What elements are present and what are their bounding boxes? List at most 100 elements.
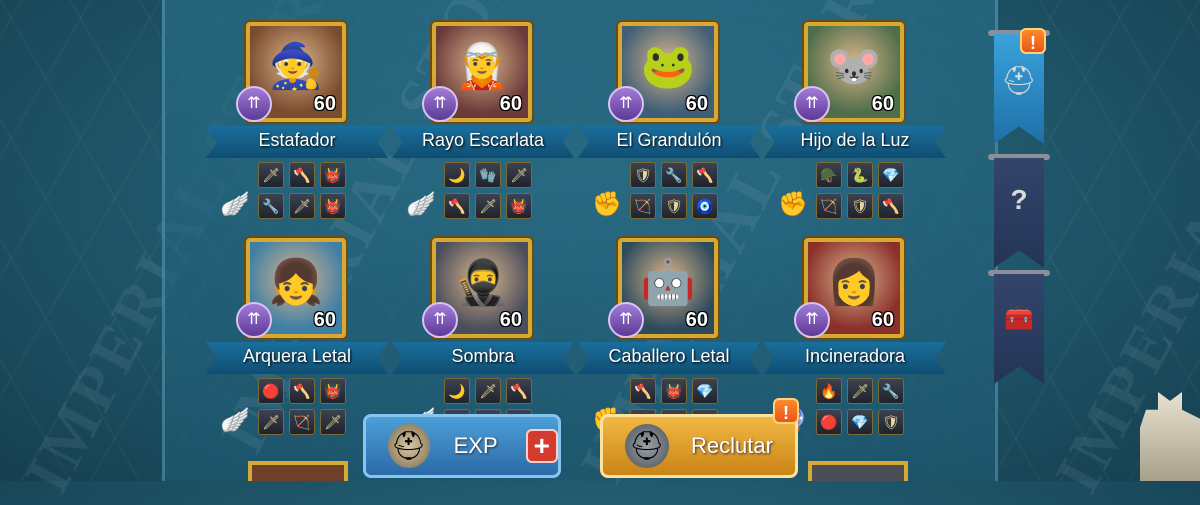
gear-slot: 👹: [320, 193, 346, 219]
hero-card[interactable]: 🧙 60 ⇈ Estafador 🪽 🗡 🪓 👹 🔧 🗡 👹: [206, 22, 388, 232]
hero-name: Rayo Escarlata: [421, 130, 545, 150]
gear-slot: 🐍: [847, 162, 873, 188]
hero-level: 60: [313, 309, 336, 331]
rank-badge-icon: ⇈: [794, 302, 830, 338]
wing-icon: 🪽: [220, 191, 250, 218]
gear-slot: 💎: [847, 409, 873, 435]
hero-name: Hijo de la Luz: [800, 130, 910, 150]
gear-slot: 🔴: [258, 378, 284, 404]
hero-card[interactable]: 🧝 60 ⇈ Rayo Escarlata 🪽 🌙 🧤 🗡 🪓 🗡 👹: [392, 22, 574, 232]
gear-slot: 🔥: [816, 378, 842, 404]
gear-slot: 🗡: [847, 378, 873, 404]
exp-label: EXP: [453, 433, 498, 458]
gear-slot: 🪓: [630, 378, 656, 404]
gear-slot: 🪓: [506, 378, 532, 404]
gear-slot: 🌙: [444, 378, 470, 404]
gear-slot: 🏹: [630, 193, 656, 219]
hero-level: 60: [499, 309, 522, 331]
rank-badge-icon: ⇈: [608, 86, 644, 122]
hero-level: 60: [313, 93, 336, 115]
hero-name: Incineradora: [804, 346, 906, 366]
recruit-alert-icon: !: [773, 398, 799, 424]
gear-slot: 🗡: [506, 162, 532, 188]
gear-grid: 🔴 🪓 👹 🗡 🏹 🗡: [258, 378, 346, 435]
gear-grid: 🌙 🧤 🗡 🪓 🗡 👹: [444, 162, 532, 219]
rank-badge-icon: ⇈: [422, 302, 458, 338]
rank-badge-icon: ⇈: [422, 86, 458, 122]
gear-slot: 🏹: [289, 409, 315, 435]
gear-slot: 👹: [320, 162, 346, 188]
gear-slot: 🔧: [661, 162, 687, 188]
add-exp-button[interactable]: +: [525, 429, 558, 463]
gear-slot: 🪓: [289, 378, 315, 404]
gear-slot: 👹: [661, 378, 687, 404]
exp-button[interactable]: ⛑ EXP +: [363, 414, 561, 478]
hero-name: Sombra: [451, 346, 515, 366]
hero-name: Arquera Letal: [242, 346, 352, 366]
hero-name: Estafador: [258, 130, 336, 150]
rank-badge-icon: ⇈: [236, 302, 272, 338]
gear-slot: 🌙: [444, 162, 470, 188]
gear-slot: 🗡: [320, 409, 346, 435]
gear-grid: 🗡 🪓 👹 🔧 🗡 👹: [258, 162, 346, 219]
hero-card-partial[interactable]: [808, 461, 908, 481]
gear-slot: 🛡: [847, 193, 873, 219]
gear-slot: 🏹: [816, 193, 842, 219]
helmet-icon: ⛑: [388, 424, 430, 468]
hero-avatar-icon: 🐸: [640, 42, 696, 91]
hero-card[interactable]: 🐭 60 ⇈ Hijo de la Luz ✊ 🪖 🐍 💎 🏹 🛡 🪓: [764, 22, 946, 232]
hero-level: 60: [871, 309, 894, 331]
gear-slot: 🧤: [475, 162, 501, 188]
gear-slot: 🗡: [475, 193, 501, 219]
gear-slot: 🪓: [878, 193, 904, 219]
gear-slot: 🪓: [289, 162, 315, 188]
recruit-button[interactable]: ⛑ Reclutar: [600, 414, 798, 478]
hero-avatar-icon: 👧: [268, 258, 324, 307]
hero-avatar-icon: 👩: [826, 258, 882, 307]
gear-grid: 🪖 🐍 💎 🏹 🛡 🪓: [816, 162, 904, 219]
question-helmet-icon: ?: [1010, 184, 1028, 215]
gear-slot: 🔧: [258, 193, 284, 219]
recruit-helmet-icon: ⛑: [625, 424, 669, 468]
hero-level: 60: [685, 93, 708, 115]
gear-slot: 🪓: [692, 162, 718, 188]
rank-badge-icon: ⇈: [236, 86, 272, 122]
fist-icon: ✊: [592, 191, 622, 218]
gear-slot: 🧿: [692, 193, 718, 219]
hero-level: 60: [499, 93, 522, 115]
hero-card-partial[interactable]: [248, 461, 348, 481]
hero-card[interactable]: 🐸 60 ⇈ El Grandulón ✊ 🛡 🔧 🪓 🏹 🛡 🧿: [578, 22, 760, 232]
recruit-label: Reclutar: [691, 433, 773, 458]
rank-badge-icon: ⇈: [794, 86, 830, 122]
rank-badge-icon: ⇈: [608, 302, 644, 338]
hero-avatar-icon: 🥷: [454, 258, 510, 307]
gear-grid: 🛡 🔧 🪓 🏹 🛡 🧿: [630, 162, 718, 219]
hero-level: 60: [871, 93, 894, 115]
gear-slot: 👹: [320, 378, 346, 404]
gear-slot: 👹: [506, 193, 532, 219]
fist-icon: ✊: [778, 191, 808, 218]
gear-slot: 🔴: [816, 409, 842, 435]
gear-slot: 🛡: [661, 193, 687, 219]
hero-level: 60: [685, 309, 708, 331]
gear-slot: 🗡: [289, 193, 315, 219]
gear-slot: 🪓: [444, 193, 470, 219]
gear-slot: 🗡: [258, 409, 284, 435]
gear-slot: 🔧: [878, 378, 904, 404]
hero-avatar-icon: 🧝: [454, 42, 510, 91]
wing-icon: 🪽: [220, 407, 250, 434]
gear-grid: 🔥 🗡 🔧 🔴 💎 🛡: [816, 378, 904, 435]
hero-avatar-icon: 🧙: [268, 42, 324, 91]
wing-icon: 🪽: [406, 191, 436, 218]
gear-slot: 🛡: [630, 162, 656, 188]
hero-avatar-icon: 🐭: [826, 42, 882, 91]
hero-card[interactable]: 👧 60 ⇈ Arquera Letal 🪽 🔴 🪓 👹 🗡 🏹 🗡: [206, 238, 388, 448]
hero-avatar-icon: 🤖: [640, 258, 696, 307]
gear-slot: 🗡: [475, 378, 501, 404]
gear-slot: 💎: [878, 162, 904, 188]
hero-name: El Grandulón: [616, 130, 722, 150]
gear-slot: 💎: [692, 378, 718, 404]
hero-name: Caballero Letal: [608, 346, 730, 366]
gear-slot: 🛡: [878, 409, 904, 435]
tab-heroes-alert-icon: !: [1020, 28, 1046, 54]
